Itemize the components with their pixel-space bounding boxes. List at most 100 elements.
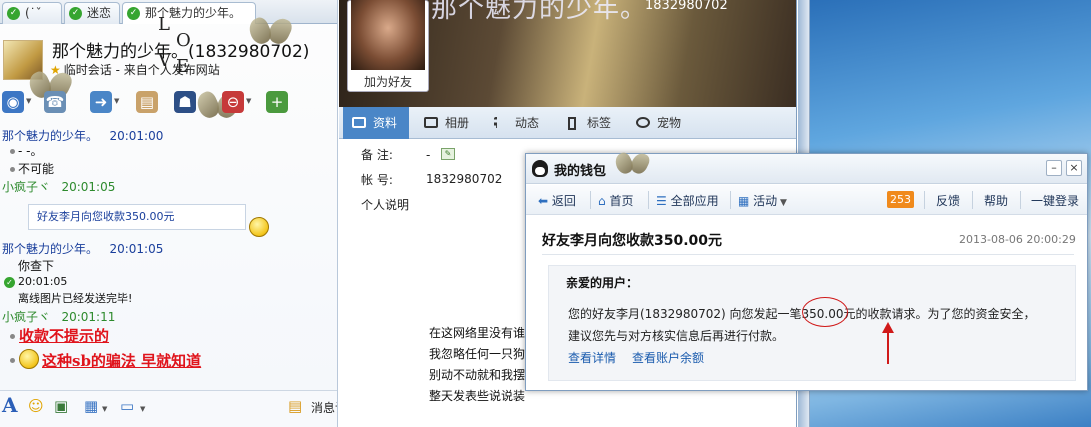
warning-message: 这种sb的骗法 早就知道: [42, 352, 202, 370]
butterfly-decoration: [250, 18, 290, 48]
font-style-icon[interactable]: A: [2, 393, 18, 417]
input-toolbar: ☺ ▣ ▦ ▼ ▭ ▼ ▤ 消息记: [0, 390, 337, 427]
tab-tags[interactable]: 标签: [565, 107, 625, 139]
annotation-arrow: [887, 330, 889, 364]
back-button[interactable]: ⬅ 返回: [538, 192, 576, 209]
divider: [542, 254, 1074, 255]
divider: [924, 191, 925, 209]
tab-feed[interactable]: 动态: [491, 107, 551, 139]
tab-pet[interactable]: 宠物: [633, 107, 693, 139]
all-apps-button[interactable]: ☰ 全部应用: [656, 192, 719, 209]
online-icon: ✓: [127, 7, 140, 20]
voice-call-icon[interactable]: ☎: [44, 91, 66, 113]
field-value-remark[interactable]: -: [426, 148, 430, 162]
close-icon[interactable]: ×: [1066, 160, 1082, 176]
chevron-down-icon[interactable]: ▼: [26, 97, 31, 105]
payment-request-heading: 好友李月向您收款350.00元: [542, 233, 723, 249]
message-history-icon[interactable]: ▤: [288, 397, 302, 415]
love-letter: E: [176, 56, 190, 77]
message-text: - -。: [18, 144, 43, 158]
bullet: [10, 334, 15, 339]
tab-album[interactable]: 相册: [421, 107, 481, 139]
list-icon: [494, 117, 508, 128]
album-icon: [424, 117, 438, 128]
screenshot-icon[interactable]: ▦: [84, 397, 98, 415]
session-subtitle: ★ 临时会话 - 来自个人发布网站: [50, 63, 220, 77]
divider: [730, 191, 731, 209]
chevron-down-icon[interactable]: ▼: [246, 97, 251, 105]
id-card-icon: [352, 117, 366, 128]
online-icon: ✓: [69, 7, 82, 20]
message-header: 那个魅力的少年。 20:01:05: [2, 242, 164, 256]
wallet-title: 我的钱包: [554, 164, 607, 179]
message-text: 你查下: [18, 259, 55, 273]
bookmark-icon: [568, 117, 576, 130]
message-text: 不可能: [18, 162, 55, 176]
video-call-icon[interactable]: ◉: [2, 91, 24, 113]
love-letter: O: [176, 30, 191, 51]
request-body-line: 建议您先与对方核实信息后再进行付款。: [568, 329, 785, 343]
divider: [648, 191, 649, 209]
success-check-icon: ✓: [4, 277, 15, 288]
chevron-down-icon[interactable]: ▼: [102, 405, 107, 413]
field-label-account: 帐 号:: [361, 173, 393, 187]
divider: [972, 191, 973, 209]
notification-count-badge[interactable]: 253: [887, 191, 914, 208]
request-timestamp: 2013-08-06 20:00:29: [959, 233, 1076, 246]
forwarded-message-bubble[interactable]: 好友李月向您收款350.00元: [28, 204, 246, 230]
minimize-icon[interactable]: –: [1046, 160, 1062, 176]
bio-line: 整天发表些说说装: [429, 389, 526, 403]
wallet-titlebar[interactable]: 我的钱包 – ×: [526, 154, 1087, 184]
tab-chat-1[interactable]: ✓ (˙ˇ: [2, 2, 62, 24]
divider: [1020, 191, 1021, 209]
bullet: [10, 167, 15, 172]
tab-chat-2[interactable]: ✓ 迷恋: [64, 2, 120, 24]
love-letter: V: [158, 50, 171, 71]
edit-remark-icon[interactable]: ✎: [441, 148, 455, 160]
view-details-link[interactable]: 查看详情: [568, 349, 616, 366]
add-friend-icon[interactable]: +: [266, 91, 288, 113]
greeting: 亲爱的用户：: [566, 276, 639, 290]
field-value-account: 1832980702: [426, 172, 503, 186]
message-header: 小疯子ヾ 20:01:11: [2, 310, 116, 324]
butterfly-decoration: [616, 153, 648, 177]
send-file-icon[interactable]: ➜: [90, 91, 112, 113]
qq-penguin-icon: [532, 160, 548, 177]
remote-assist-icon[interactable]: ▤: [136, 91, 158, 113]
online-icon: ✓: [7, 7, 20, 20]
help-link[interactable]: 帮助: [984, 192, 1008, 209]
more-tools-icon[interactable]: ▭: [120, 397, 134, 415]
activity-button[interactable]: ▦ 活动 ▼: [738, 192, 787, 209]
profile-qq-number: 1832980702: [645, 0, 728, 13]
wallet-dialog: 我的钱包 – × ⬅ 返回 ⌂ 首页 ☰ 全部应用 ▦ 活动 ▼ 253 反馈 …: [525, 153, 1088, 391]
block-user-icon[interactable]: ⊖: [222, 91, 244, 113]
bio-line: 别动不动就和我摆: [429, 368, 526, 382]
add-friend-button[interactable]: 加为好友: [351, 73, 425, 90]
warning-message: 收款不提示的: [19, 327, 110, 345]
chevron-down-icon[interactable]: ▼: [140, 405, 145, 413]
gift-icon: ▦: [738, 194, 754, 208]
chat-window: ✓ (˙ˇ ✓ 迷恋 ✓ 那个魅力的少年。 那个魅力的少年。(183298070…: [0, 0, 338, 427]
emoji-icon[interactable]: ☺: [28, 397, 44, 415]
image-icon[interactable]: ▣: [54, 397, 68, 415]
view-balance-link[interactable]: 查看账户余额: [632, 349, 704, 366]
chat-toolbar: ◉ ▼ ☎ ➜ ▼ ▤ ☗ ⊖ ▼ +: [0, 88, 337, 116]
feedback-link[interactable]: 反馈: [936, 192, 960, 209]
field-label-remark: 备 注:: [361, 148, 393, 162]
home-button[interactable]: ⌂ 首页: [598, 192, 633, 209]
back-arrow-icon: ⬅: [538, 194, 552, 208]
bio-line: 在这网络里没有谁: [429, 326, 526, 340]
tab-profile-info[interactable]: 资料: [343, 107, 409, 139]
one-click-login-link[interactable]: 一键登录: [1031, 192, 1079, 209]
message-header: 小疯子ヾ 20:01:05: [2, 180, 116, 194]
laughing-emoji-icon: [19, 349, 39, 369]
bullet: [10, 149, 15, 154]
profile-photo[interactable]: [351, 0, 425, 70]
tab-chat-active[interactable]: ✓ 那个魅力的少年。: [122, 2, 256, 24]
field-label-bio: 个人说明: [361, 198, 410, 212]
chevron-down-icon[interactable]: ▼: [114, 97, 119, 105]
system-message: 离线图片已经发送完毕!: [18, 292, 133, 305]
pet-icon: [636, 117, 650, 128]
message-history-button[interactable]: 消息记: [311, 399, 337, 416]
report-icon[interactable]: ☗: [174, 91, 196, 113]
